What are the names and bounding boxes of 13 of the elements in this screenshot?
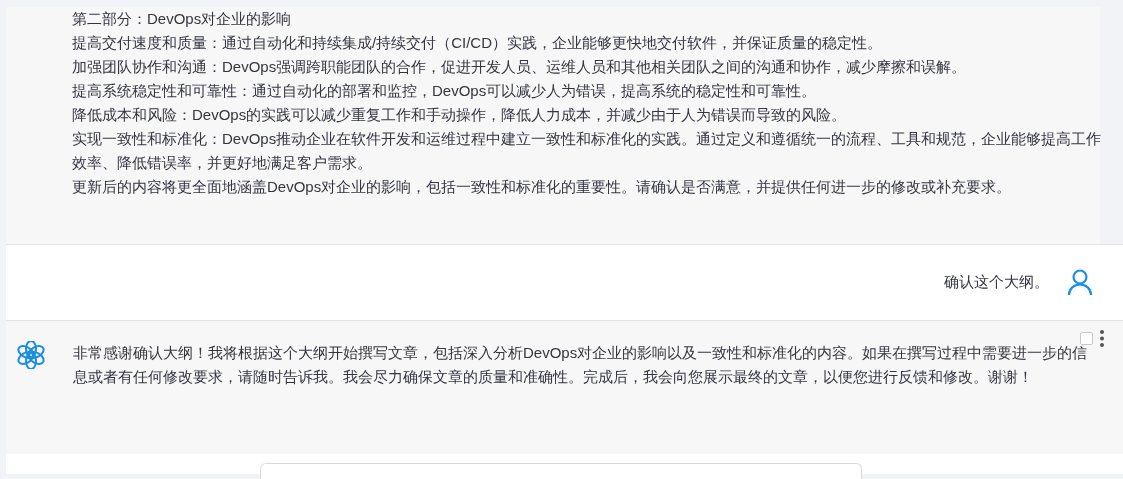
message-line: 提高交付速度和质量：通过自动化和持续集成/持续交付（CI/CD）实践，企业能够更快地交付软件，并保证质量的稳定性。 [72, 33, 883, 53]
message-line: 降低成本和风险：DevOps的实践可以减少重复工作和手动操作，降低人力成本，并减少由于人为错误而导致的风险。 [72, 105, 848, 125]
message-line: 实现一致性和标准化：DevOps推动企业在软件开发和运维过程中建立一致性和标准化的实践。通过定义和遵循统一的流程、工具和规范，企业能够提高工作效率、降低错误率，并更好地满足客户需求。 [72, 129, 1103, 173]
checkbox[interactable] [1080, 332, 1093, 345]
user-message: 确认这个大纲。 [944, 273, 1049, 292]
assistant-message: 非常感谢确认大纲！我将根据这个大纲开始撰写文章，包括深入分析DevOps对企业的影响以及一致性和标准化的内容。如果在撰写过程中需要进一步的信息或者有任何修改要求，请随时告诉我。我会尽力确保文章的质量和准确性。完成后，我会向您展示最终的文章，以便您进行反馈和修改。谢谢！ [73, 343, 1089, 387]
user-avatar-icon [1067, 269, 1093, 296]
message-line: 加强团队协作和沟通：DevOps强调跨职能团队的合作，促进开发人员、运维人员和其他相关团队之间的沟通和协作，减少摩擦和误解。 [72, 57, 968, 77]
message-line: 提高系统稳定性和可靠性：通过自动化的部署和监控，DevOps可以减少人为错误，提高系统的稳定性和可靠性。 [72, 81, 818, 101]
assistant-logo-icon [17, 341, 45, 369]
message-line: 更新后的内容将更全面地涵盖DevOps对企业的影响，包括一致性和标准化的重要性。请确认是否满意，并提供任何进一步的修改或补充要求。 [72, 177, 1013, 197]
message-line: 第二部分：DevOps对企业的影响 [72, 9, 293, 29]
more-options-icon[interactable] [1100, 330, 1104, 347]
